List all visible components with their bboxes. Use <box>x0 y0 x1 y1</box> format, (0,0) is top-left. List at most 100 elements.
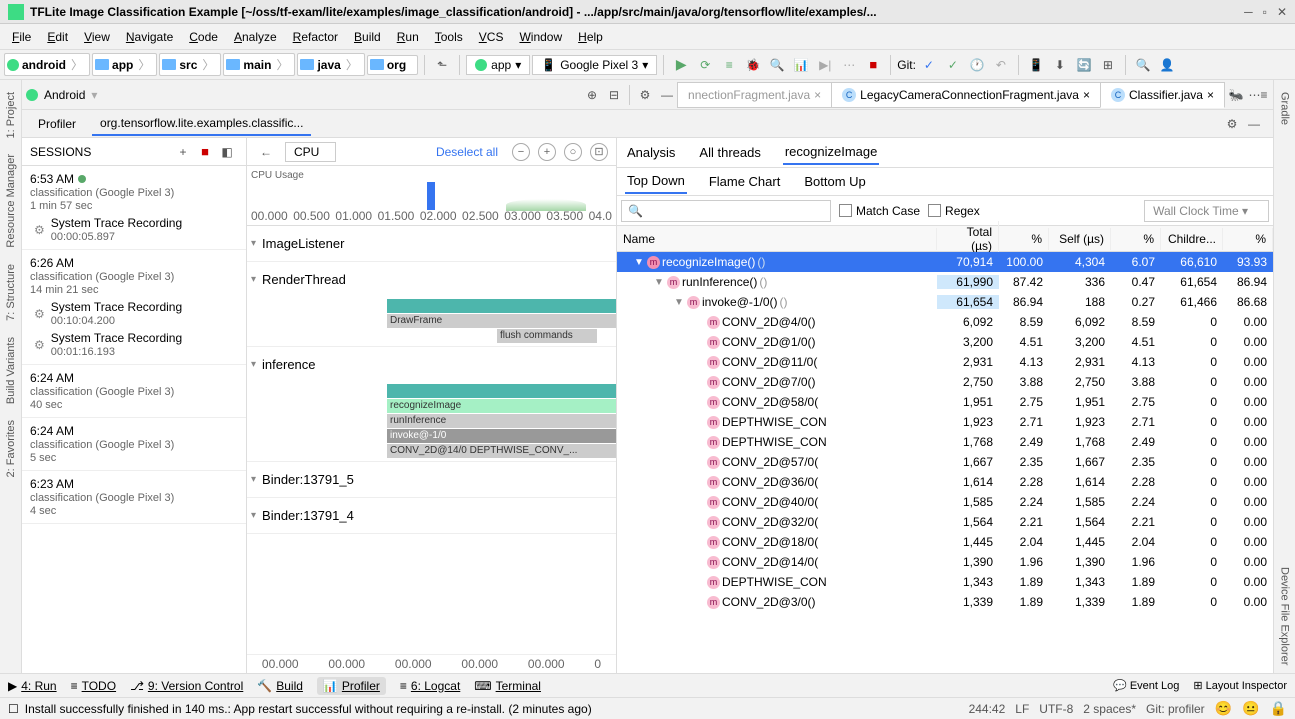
event-log[interactable]: 💬 Event Log <box>1113 679 1179 692</box>
session-item[interactable]: 6:23 AMclassification (Google Pixel 3)4 … <box>22 471 246 524</box>
table-row[interactable]: m CONV_2D@58/0(1,9512.751,9512.7500.00 <box>617 392 1273 412</box>
git-branch[interactable]: Git: profiler <box>1146 702 1205 716</box>
file-tab-legacy[interactable]: CLegacyCameraConnectionFragment.java × <box>831 82 1101 108</box>
nav-dropdown[interactable]: Android <box>44 88 85 102</box>
bottom-item-2[interactable]: ⎇9: Version Control <box>130 679 243 693</box>
search-input[interactable]: 🔍 <box>621 200 831 222</box>
coverage-icon[interactable]: 🔍 <box>766 54 788 76</box>
collapse-icon[interactable]: ⊟ <box>603 84 625 106</box>
thread-row[interactable]: ▾inferencerecognizeImagerunInferenceinvo… <box>247 347 616 462</box>
menu-help[interactable]: Help <box>570 27 611 47</box>
thread-row[interactable]: ▾ImageListener <box>247 226 616 262</box>
table-row[interactable]: m CONV_2D@11/0(2,9314.132,9314.1300.00 <box>617 352 1273 372</box>
thread-row[interactable]: ▾Binder:13791_4 <box>247 498 616 534</box>
table-row[interactable]: m CONV_2D@14/0(1,3901.961,3901.9600.00 <box>617 552 1273 572</box>
table-row[interactable]: m CONV_2D@7/0()2,7503.882,7503.8800.00 <box>617 372 1273 392</box>
sessions-panel-icon[interactable]: ◧ <box>216 141 238 163</box>
analysis-tab-1[interactable]: All threads <box>697 141 762 164</box>
table-row[interactable]: m CONV_2D@32/0(1,5642.211,5642.2100.00 <box>617 512 1273 532</box>
run-button[interactable]: ▶ <box>670 54 692 76</box>
breadcrumb-android[interactable]: android <box>4 53 90 76</box>
sdk-icon[interactable]: ⬇ <box>1049 54 1071 76</box>
encoding[interactable]: UTF-8 <box>1039 702 1073 716</box>
bottom-item-3[interactable]: 🔨Build <box>257 679 303 693</box>
run-config-dropdown[interactable]: app ▾ <box>466 55 530 75</box>
avd-icon[interactable]: 📱 <box>1025 54 1047 76</box>
file-tab-classifier[interactable]: CClassifier.java × <box>1100 82 1225 108</box>
menu-view[interactable]: View <box>76 27 118 47</box>
analysis-tab-2[interactable]: recognizeImage <box>783 140 880 165</box>
bottom-item-4[interactable]: 📊Profiler <box>317 677 386 695</box>
column-header[interactable]: Childre... <box>1161 228 1223 250</box>
ant-icon[interactable]: 🐜 <box>1225 84 1247 106</box>
subtab-1[interactable]: Flame Chart <box>707 170 783 193</box>
table-row[interactable]: m CONV_2D@18/0(1,4452.041,4452.0400.00 <box>617 532 1273 552</box>
bottom-item-1[interactable]: ≡TODO <box>71 679 116 693</box>
analysis-tab-0[interactable]: Analysis <box>625 141 677 164</box>
profiler-hide-icon[interactable]: — <box>1243 113 1265 135</box>
table-row[interactable]: m CONV_2D@1/0()3,2004.513,2004.5100.00 <box>617 332 1273 352</box>
zoom-in-icon[interactable]: + <box>538 143 556 161</box>
search-icon[interactable]: 🔍 <box>1132 54 1154 76</box>
regex-checkbox[interactable]: Regex <box>928 204 980 218</box>
table-row[interactable]: m CONV_2D@36/0(1,6142.281,6142.2800.00 <box>617 472 1273 492</box>
add-session-icon[interactable]: + <box>172 141 194 163</box>
lock-icon[interactable]: 🔒 <box>1270 700 1287 717</box>
target-icon[interactable]: ⊕ <box>581 84 603 106</box>
session-item[interactable]: 6:24 AMclassification (Google Pixel 3)5 … <box>22 418 246 471</box>
update-icon[interactable]: ✓ <box>918 54 940 76</box>
thread-row[interactable]: ▾Binder:13791_5 <box>247 462 616 498</box>
breadcrumb-main[interactable]: main <box>223 53 295 76</box>
cpu-dropdown[interactable]: CPU <box>285 142 336 162</box>
profiler-tab[interactable]: Profiler <box>30 113 84 135</box>
resource-manager-tool[interactable]: Resource Manager <box>3 146 19 256</box>
back-nav-icon[interactable]: ⬑ <box>431 54 453 76</box>
table-row[interactable]: m CONV_2D@3/0()1,3391.891,3391.8900.00 <box>617 592 1273 612</box>
file-tab-fragment[interactable]: nnectionFragment.java × <box>677 82 832 108</box>
menu-navigate[interactable]: Navigate <box>118 27 181 47</box>
table-row[interactable]: m DEPTHWISE_CON1,7682.491,7682.4900.00 <box>617 432 1273 452</box>
structure-tool[interactable]: 7: Structure <box>3 256 19 329</box>
column-header[interactable]: % <box>999 228 1049 250</box>
menu-run[interactable]: Run <box>389 27 427 47</box>
more-tabs-icon[interactable]: ⋯≡ <box>1247 84 1269 106</box>
breadcrumb-src[interactable]: src <box>159 53 221 76</box>
favorites-tool[interactable]: 2: Favorites <box>3 412 19 485</box>
profile-icon[interactable]: 📊 <box>790 54 812 76</box>
menu-build[interactable]: Build <box>346 27 389 47</box>
line-ending[interactable]: LF <box>1015 702 1029 716</box>
profiler-gear-icon[interactable]: ⚙ <box>1221 113 1243 135</box>
debug-icon[interactable]: 🐞 <box>742 54 764 76</box>
subtab-0[interactable]: Top Down <box>625 169 687 194</box>
bottom-item-0[interactable]: ▶4: Run <box>8 679 57 693</box>
table-row[interactable]: ▼m invoke@-1/0() ()61,65486.941880.2761,… <box>617 292 1273 312</box>
cpu-usage-chart[interactable]: CPU Usage 00.00000.50001.00001.50002.000… <box>247 166 616 226</box>
struct-icon[interactable]: ⊞ <box>1097 54 1119 76</box>
menu-file[interactable]: File <box>4 27 39 47</box>
session-item[interactable]: 6:24 AMclassification (Google Pixel 3)40… <box>22 365 246 418</box>
maximize-icon[interactable]: ▫ <box>1263 5 1267 19</box>
device-dropdown[interactable]: 📱 Google Pixel 3 ▾ <box>532 55 657 75</box>
breadcrumb-org[interactable]: org <box>367 55 418 75</box>
breadcrumb-app[interactable]: app <box>92 53 157 76</box>
column-header[interactable]: Name <box>617 228 937 250</box>
table-row[interactable]: m CONV_2D@57/0(1,6672.351,6672.3500.00 <box>617 452 1273 472</box>
close-icon[interactable]: ✕ <box>1277 5 1287 19</box>
bottom-item-6[interactable]: ⌨Terminal <box>474 679 541 693</box>
commit-icon[interactable]: ✓ <box>942 54 964 76</box>
menu-tools[interactable]: Tools <box>427 27 471 47</box>
menu-vcs[interactable]: VCS <box>471 27 512 47</box>
table-row[interactable]: m DEPTHWISE_CON1,3431.891,3431.8900.00 <box>617 572 1273 592</box>
table-row[interactable]: ▼m recognizeImage() ()70,914100.004,3046… <box>617 252 1273 272</box>
stop-button[interactable]: ■ <box>862 54 884 76</box>
apply-code-icon[interactable]: ≡ <box>718 54 740 76</box>
gradle-tool[interactable]: Gradle <box>1277 84 1293 133</box>
table-row[interactable]: m CONV_2D@4/0()6,0928.596,0928.5900.00 <box>617 312 1273 332</box>
menu-window[interactable]: Window <box>511 27 570 47</box>
column-header[interactable]: % <box>1223 228 1273 250</box>
device-file-explorer-tool[interactable]: Device File Explorer <box>1277 559 1293 673</box>
time-mode-dropdown[interactable]: Wall Clock Time ▾ <box>1144 200 1269 222</box>
table-row[interactable]: ▼m runInference() ()61,99087.423360.4761… <box>617 272 1273 292</box>
apply-changes-icon[interactable]: ⟳ <box>694 54 716 76</box>
stop-session-icon[interactable]: ■ <box>194 141 216 163</box>
